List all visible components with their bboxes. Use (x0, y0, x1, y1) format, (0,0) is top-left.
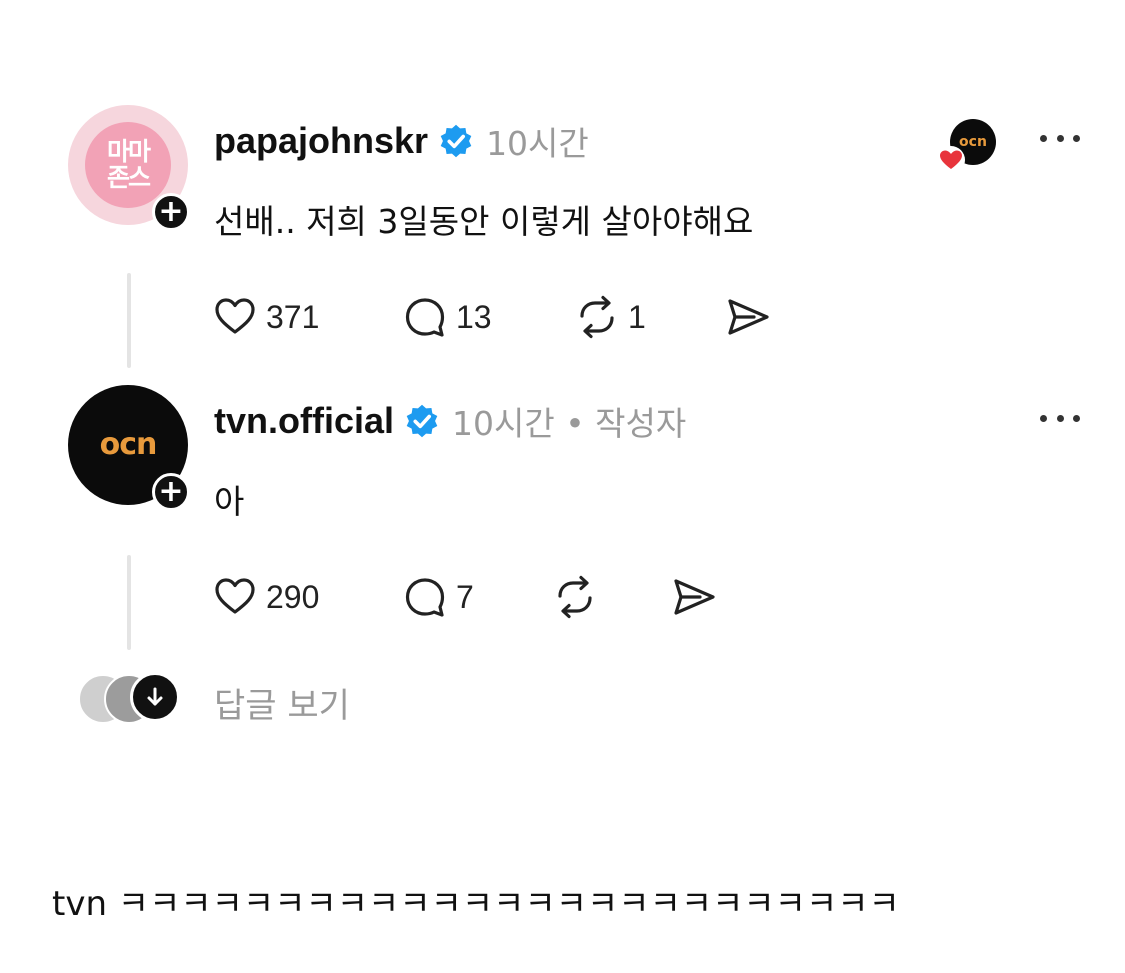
like-button[interactable]: 290 (212, 572, 319, 622)
repost-count: 1 (628, 298, 646, 335)
post-header: papajohnskr 10시간 (214, 119, 589, 163)
thread-post: 마마 존스 + papajohnskr 10시간 ocn 선배.. 저희 3일동… (0, 105, 1125, 375)
action-bar: 371 13 1 (212, 292, 912, 342)
verified-badge-icon (440, 124, 472, 158)
comment-button[interactable]: 7 (402, 572, 474, 622)
more-icon[interactable] (1040, 403, 1080, 433)
timestamp: 10시간 • 작성자 (452, 404, 687, 443)
comment-icon (405, 578, 445, 617)
like-count: 290 (266, 578, 320, 615)
heart-icon (215, 578, 255, 614)
like-count: 371 (266, 298, 320, 335)
share-button[interactable] (670, 572, 718, 622)
post-text: 선배.. 저희 3일동안 이렇게 살아야해요 (214, 202, 754, 241)
repost-button[interactable]: 1 (574, 292, 646, 342)
follow-plus-icon[interactable]: + (152, 193, 190, 231)
share-icon (674, 579, 715, 615)
thread-line (127, 555, 131, 650)
follow-plus-icon[interactable]: + (152, 473, 190, 511)
avatar[interactable]: ocn + (68, 385, 190, 511)
comment-button[interactable]: 13 (402, 292, 492, 342)
share-button[interactable] (724, 292, 772, 342)
avatar-logo: ocn (99, 426, 158, 462)
comment-count: 13 (456, 298, 492, 335)
repost-icon (580, 295, 614, 339)
username[interactable]: tvn.official (214, 400, 394, 442)
comment-icon (405, 298, 445, 337)
arrow-down-icon (130, 672, 180, 722)
heart-icon (215, 298, 255, 334)
thread-line (127, 273, 131, 368)
caption-text: tvn ㅋㅋㅋㅋㅋㅋㅋㅋㅋㅋㅋㅋㅋㅋㅋㅋㅋㅋㅋㅋㅋㅋㅋㅋㅋ (52, 884, 900, 924)
share-icon (728, 299, 769, 335)
avatar[interactable]: 마마 존스 + (68, 105, 190, 231)
repost-icon (558, 575, 592, 619)
like-button[interactable]: 371 (212, 292, 319, 342)
post-text: 아 (214, 482, 245, 521)
thread-post: ocn + tvn.official 10시간 • 작성자 아 290 7 (0, 385, 1125, 655)
view-replies-label: 답글 보기 (214, 686, 350, 726)
timestamp: 10시간 (486, 124, 589, 163)
liked-by-author: ocn (937, 119, 998, 175)
verified-badge-icon (406, 404, 438, 438)
action-bar: 290 7 (212, 572, 912, 622)
repost-button[interactable] (552, 572, 598, 622)
heart-icon (937, 146, 965, 174)
more-icon[interactable] (1040, 123, 1080, 153)
comment-count: 7 (456, 578, 474, 615)
view-replies-button[interactable]: 답글 보기 (78, 672, 478, 726)
post-header: tvn.official 10시간 • 작성자 (214, 399, 686, 443)
username[interactable]: papajohnskr (214, 120, 428, 162)
